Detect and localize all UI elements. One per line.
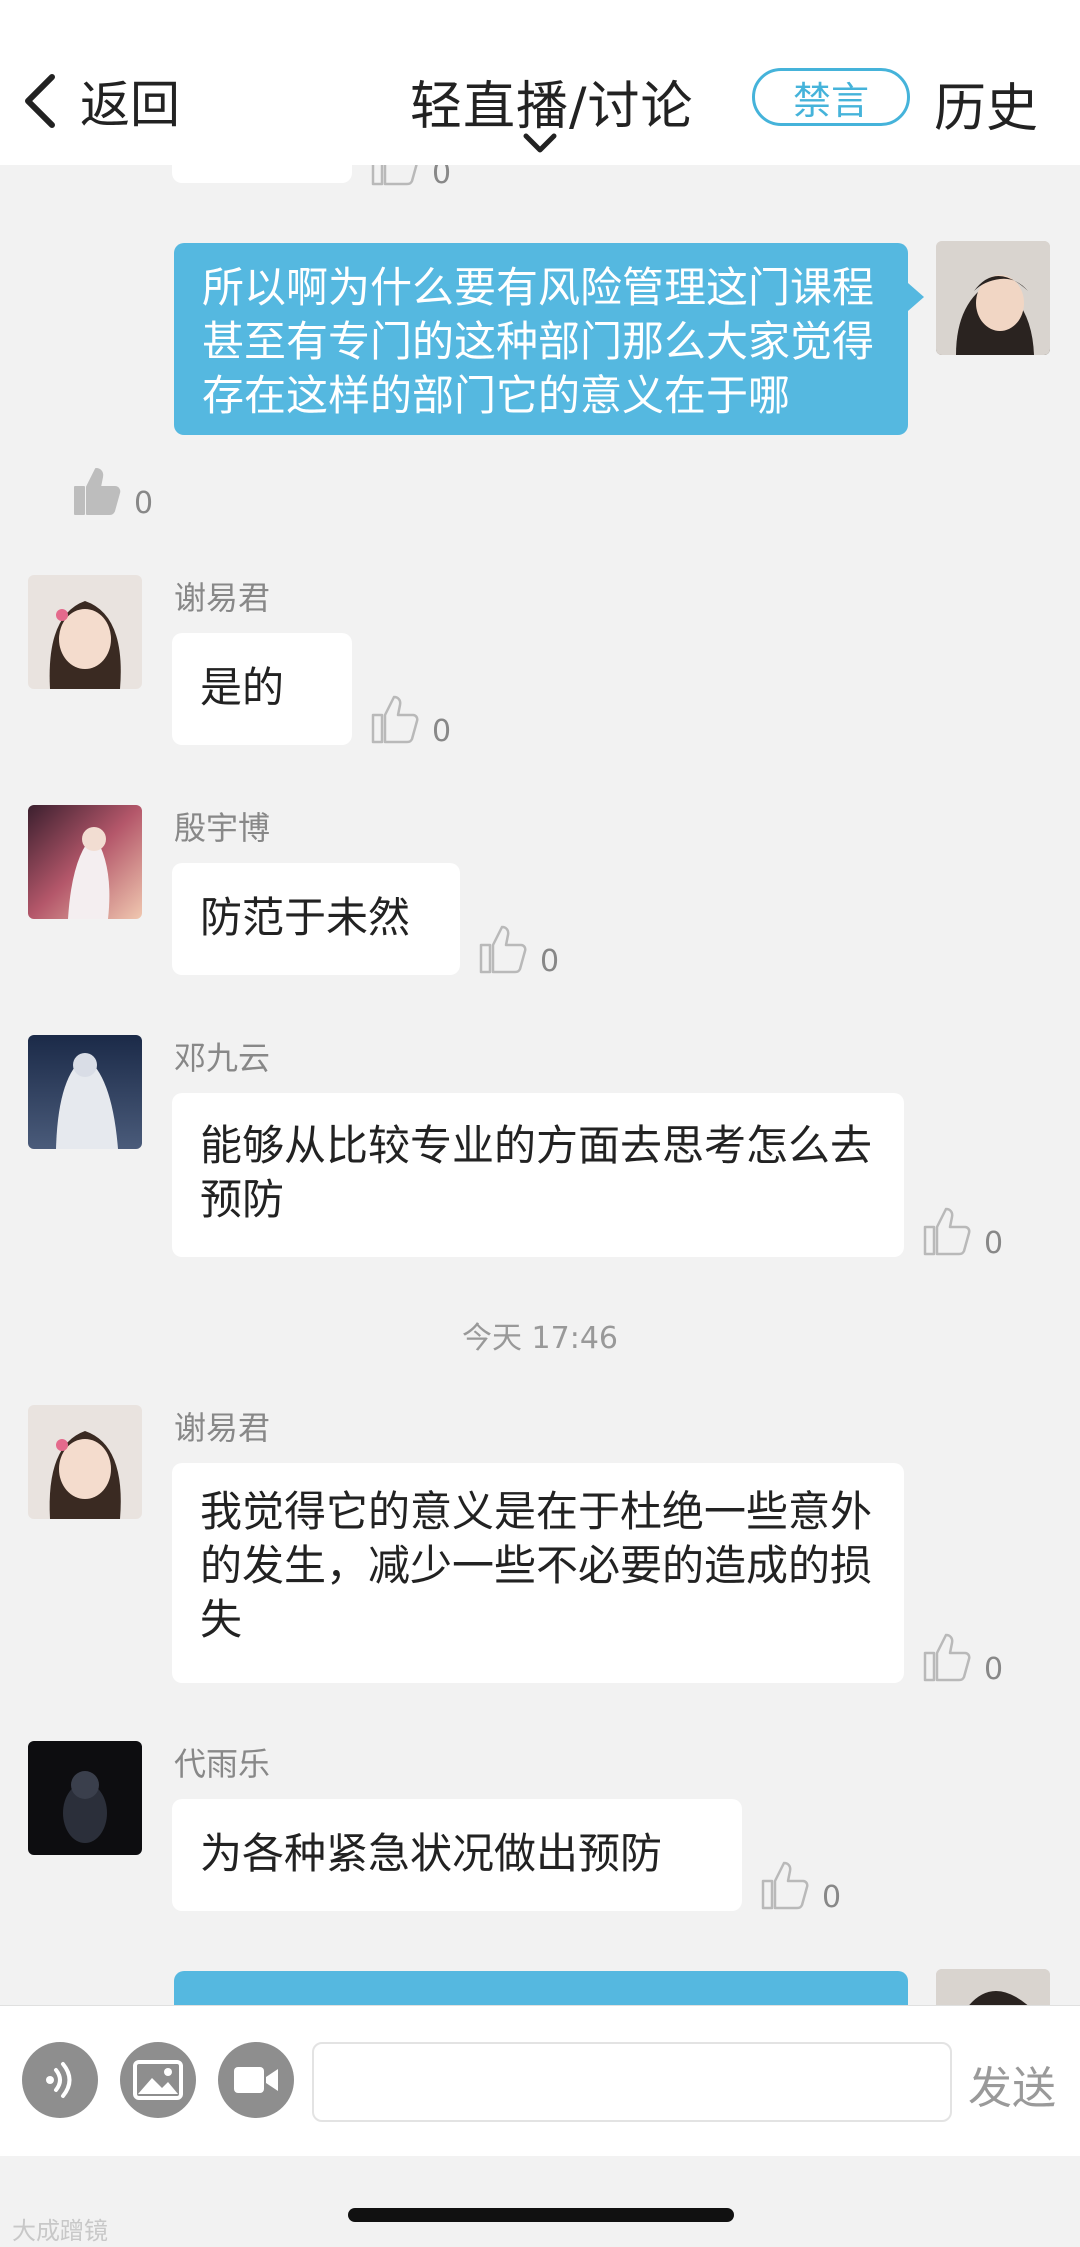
sender-avatar[interactable] (28, 1035, 142, 1149)
thumbs-up-icon (371, 695, 419, 744)
thumbs-up-icon (479, 925, 527, 974)
top-nav-bar: 返回 轻直播/讨论 禁言 历史 (0, 0, 1080, 165)
image-icon (133, 2060, 183, 2100)
message-bubble[interactable]: 能够从比较专业的方面去思考怎么去预防 (172, 1093, 904, 1257)
sender-name: 殷宇博 (174, 809, 271, 847)
home-indicator[interactable] (348, 2208, 734, 2222)
like-button[interactable]: 0 (72, 465, 153, 521)
like-count: 0 (822, 1880, 842, 1915)
history-button[interactable]: 历史 (934, 66, 1038, 141)
like-count: 0 (984, 1652, 1004, 1687)
sender-name: 谢易君 (174, 579, 271, 617)
send-button[interactable]: 发送 (968, 2052, 1056, 2116)
thumbs-up-icon (761, 1861, 809, 1910)
sender-name: 代雨乐 (174, 1745, 271, 1783)
like-count: 0 (432, 165, 452, 191)
back-chevron-icon (25, 74, 55, 128)
thumbs-up-icon (923, 1207, 971, 1256)
user-photo-icon (28, 1035, 142, 1149)
like-button[interactable]: 0 (478, 923, 559, 979)
message-bubble[interactable]: 防范于未然 (172, 863, 460, 975)
user-photo-icon (28, 1405, 142, 1519)
message-input[interactable] (312, 2042, 952, 2122)
sender-avatar[interactable] (28, 575, 142, 689)
like-button[interactable]: 0 (922, 1631, 1003, 1687)
page-title[interactable]: 轻直播/讨论 (410, 64, 694, 139)
message-bubble[interactable]: 我觉得它的意义是在于杜绝一些意外的发生，减少一些不必要的造成的损失 (172, 1463, 904, 1683)
like-count: 0 (984, 1226, 1004, 1261)
message-bubble[interactable]: 所以啊为什么要有风险管理这门课程甚至有专门的这种部门那么大家觉得存在这样的部门它… (174, 243, 924, 435)
sender-avatar[interactable] (28, 1405, 142, 1519)
like-count: 0 (432, 714, 452, 749)
voice-icon (46, 2062, 72, 2098)
my-avatar[interactable] (936, 241, 1050, 355)
input-bar: 发送 (0, 2005, 1080, 2156)
user-photo-icon (28, 575, 142, 689)
chat-area[interactable]: 0 所以啊为什么要有风险管理这门课程甚至有专门的这种部门那么大家觉得存在这样的部… (0, 165, 1080, 2005)
sender-avatar[interactable] (28, 1741, 142, 1855)
back-button[interactable]: 返回 (22, 66, 180, 136)
chevron-down-icon[interactable] (522, 132, 558, 154)
message-bubble[interactable]: 是的 (172, 633, 352, 745)
sender-name: 谢易君 (174, 1409, 271, 1447)
like-count: 0 (540, 944, 560, 979)
thumbs-up-icon (923, 1633, 971, 1682)
like-button[interactable]: 0 (760, 1859, 841, 1915)
watermark-logo: 大成蹭镜 (12, 2217, 108, 2245)
sender-name: 邓九云 (174, 1039, 271, 1077)
user-photo-icon (936, 1969, 1050, 2005)
user-photo-icon (28, 1741, 142, 1855)
user-photo-icon (936, 241, 1050, 355)
like-button[interactable]: 0 (922, 1205, 1003, 1261)
mute-button[interactable]: 禁言 (752, 68, 910, 126)
partial-message-bubble (174, 1971, 908, 2005)
back-label: 返回 (80, 76, 180, 134)
video-camera-icon (234, 2067, 278, 2093)
like-button[interactable]: 0 (370, 693, 451, 749)
sender-avatar[interactable] (28, 805, 142, 919)
user-photo-icon (28, 805, 142, 919)
voice-button[interactable] (22, 2042, 98, 2118)
partial-message-bubble (172, 165, 352, 183)
video-button[interactable] (218, 2042, 294, 2118)
like-count: 0 (134, 486, 154, 521)
message-bubble[interactable]: 为各种紧急状况做出预防 (172, 1799, 742, 1911)
thumbs-up-icon (74, 468, 121, 515)
timestamp: 今天 17:46 (462, 1321, 618, 1356)
like-button[interactable]: 0 (370, 165, 451, 191)
image-button[interactable] (120, 2042, 196, 2118)
my-avatar[interactable] (936, 1969, 1050, 2005)
thumbs-up-icon (371, 165, 418, 186)
